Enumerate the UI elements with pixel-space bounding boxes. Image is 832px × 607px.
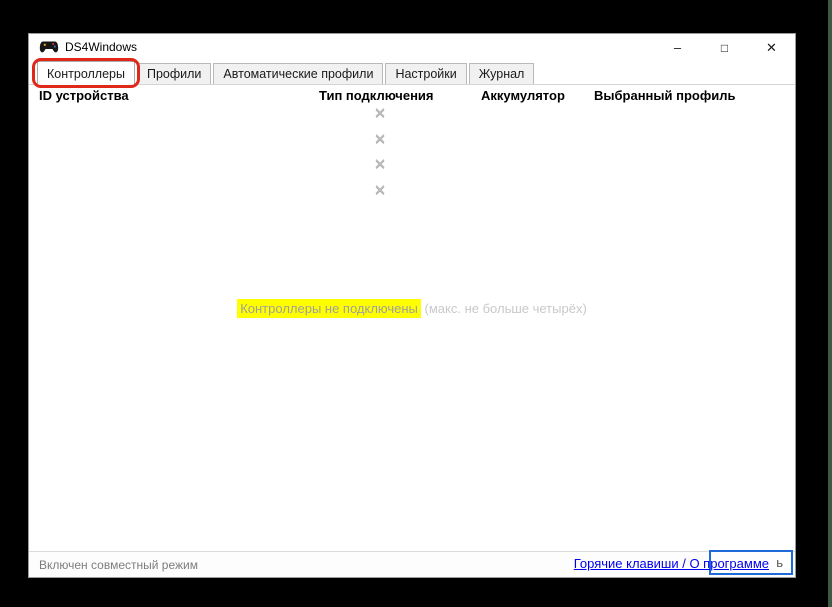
no-controllers-rest-text: (макс. не больше четырёх) [421, 301, 587, 316]
no-controllers-message: Контроллеры не подключены (макс. не боль… [29, 301, 795, 316]
status-text: Включен совместный режим [39, 558, 198, 572]
disconnected-x-icon: ✕ [367, 130, 393, 148]
column-header-selected-profile: Выбранный профиль [594, 88, 735, 103]
window-controls: – □ ✕ [654, 34, 795, 61]
window-title: DS4Windows [65, 40, 137, 54]
tab-profiles[interactable]: Профили [137, 63, 211, 84]
tab-settings[interactable]: Настройки [385, 63, 466, 84]
tab-log-label: Журнал [479, 67, 525, 81]
minimize-icon[interactable]: – [654, 34, 701, 61]
status-bar: Включен совместный режим ь Горячие клави… [29, 551, 795, 577]
disconnected-x-icon: ✕ [367, 155, 393, 173]
stop-button-partial-label: ь [776, 555, 783, 570]
desktop-edge-strip [828, 0, 832, 607]
ds4windows-window: DS4Windows – □ ✕ Контроллеры Профили Авт… [28, 33, 796, 578]
column-header-device-id: ID устройства [39, 88, 129, 103]
tab-strip: Контроллеры Профили Автоматические профи… [29, 61, 795, 85]
tab-log[interactable]: Журнал [469, 63, 535, 84]
tab-auto-profiles[interactable]: Автоматические профили [213, 63, 383, 84]
disconnected-x-icon: ✕ [367, 181, 393, 199]
disconnected-x-icon: ✕ [367, 104, 393, 122]
tab-auto-profiles-label: Автоматические профили [223, 67, 373, 81]
maximize-icon[interactable]: □ [701, 34, 748, 61]
close-icon[interactable]: ✕ [748, 34, 795, 61]
gamepad-icon [39, 39, 59, 54]
column-header-connection-type: Тип подключения [319, 88, 434, 103]
tab-settings-label: Настройки [395, 67, 456, 81]
tab-controllers-label: Контроллеры [47, 67, 125, 81]
title-bar: DS4Windows – □ ✕ [29, 34, 795, 61]
no-controllers-highlighted-text: Контроллеры не подключены [237, 299, 421, 318]
column-header-battery: Аккумулятор [481, 88, 565, 103]
tab-controllers[interactable]: Контроллеры [37, 61, 135, 85]
tab-profiles-label: Профили [147, 67, 201, 81]
hotkeys-about-link[interactable]: Горячие клавиши / О программе [574, 556, 769, 571]
